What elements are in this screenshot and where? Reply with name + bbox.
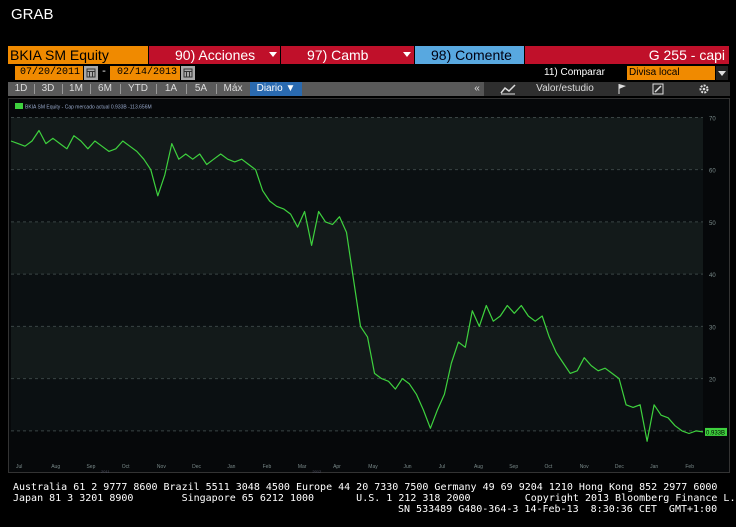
x-tick-label: Mar [298, 464, 307, 470]
divider [216, 84, 217, 94]
x-tick-label: Feb [263, 464, 272, 470]
footer-timestamp: SN 533489 G480-364-3 14-Feb-13 8:30:36 C… [398, 504, 718, 515]
actions-menu-button[interactable]: 90) Acciones [149, 46, 280, 64]
x-tick-label: Jan [227, 464, 235, 470]
x-tick-label: Aug [474, 464, 483, 470]
x-tick-label: Oct [122, 464, 130, 470]
calendar-icon[interactable] [84, 66, 98, 80]
range-5a[interactable]: 5A [188, 82, 214, 96]
calendar-icon[interactable] [181, 66, 195, 80]
x-year-label: 2012 [312, 469, 322, 474]
range-3d[interactable]: 3D [36, 82, 60, 96]
divider [120, 84, 121, 94]
chart-line-icon[interactable] [498, 82, 518, 96]
x-tick-label: Feb [685, 464, 694, 470]
range-max[interactable]: Máx [218, 82, 248, 96]
x-tick-label: Dec [615, 464, 624, 470]
chart-svg: 70605040302010JulAugSepOctNovDecJanFebMa… [10, 103, 727, 474]
x-tick-label: Jul [16, 464, 22, 470]
x-tick-label: Apr [333, 464, 341, 470]
ticker-field[interactable]: BKIA SM Equity [8, 46, 148, 64]
price-chart[interactable]: 70605040302010JulAugSepOctNovDecJanFebMa… [8, 98, 730, 474]
x-tick-label: Nov [580, 464, 589, 470]
x-tick-label: Oct [544, 464, 552, 470]
value-study-button[interactable]: Valor/estudio [522, 82, 608, 96]
x-tick-label: Dec [192, 464, 201, 470]
footer-contacts-line2: Japan 81 3 3201 8900 Singapore 65 6212 1… [13, 493, 736, 504]
last-value-label: 0.933B [706, 430, 725, 436]
compare-button[interactable]: 11) Comparar [544, 66, 624, 80]
x-tick-label: Jan [650, 464, 658, 470]
divider [62, 84, 63, 94]
grid-band [11, 169, 703, 222]
x-year-label: 2011 [101, 469, 110, 474]
range-6m[interactable]: 6M [92, 82, 118, 96]
edit-icon[interactable] [650, 82, 666, 96]
y-tick-label: 30 [709, 325, 716, 331]
date-range-separator: - [100, 67, 107, 78]
y-tick-label: 20 [709, 378, 716, 384]
actions-menu-label: 90) Acciones [175, 47, 256, 63]
y-tick-label: 70 [709, 116, 716, 122]
divider [186, 84, 187, 94]
end-date-input[interactable]: 02/14/2013 [110, 66, 180, 80]
x-tick-label: Jun [404, 464, 412, 470]
grid-band [11, 378, 703, 431]
chart-code-label: G 255 - capi [525, 46, 729, 64]
chevron-down-icon [269, 52, 277, 57]
chart-tools-toolbar: « Valor/estudio [470, 82, 730, 96]
range-ytd[interactable]: YTD [122, 82, 154, 96]
x-tick-label: Nov [157, 464, 166, 470]
grid-band [11, 221, 703, 275]
start-date-input[interactable]: 07/20/2011 [15, 66, 83, 80]
collapse-button[interactable]: « [470, 82, 484, 96]
footer-contacts-line1: Australia 61 2 9777 8600 Brazil 5511 304… [13, 482, 718, 493]
x-tick-label: Sep [86, 464, 95, 470]
gear-icon[interactable] [696, 82, 712, 96]
flag-icon[interactable] [614, 82, 630, 96]
divider [156, 84, 157, 94]
x-tick-label: Sep [509, 464, 518, 470]
chevron-down-icon [718, 71, 726, 76]
x-tick-label: Jul [439, 464, 445, 470]
window-title: GRAB [11, 6, 54, 23]
divider [34, 84, 35, 94]
comment-label: 98) Comente [431, 47, 512, 63]
grid-band [11, 117, 703, 170]
currency-dropdown[interactable] [716, 66, 728, 80]
divider [90, 84, 91, 94]
x-tick-label: Aug [51, 464, 60, 470]
y-tick-label: 60 [709, 169, 716, 175]
comment-button[interactable]: 98) Comente [415, 46, 524, 64]
period-select[interactable]: Diario ▼ [250, 82, 302, 96]
y-tick-label: 40 [709, 273, 716, 279]
legend-label: BKIA SM Equity - Cap mercado actual 0.93… [25, 105, 152, 111]
chevron-down-icon [403, 52, 411, 57]
range-1a[interactable]: 1A [158, 82, 184, 96]
legend-swatch [15, 103, 23, 109]
range-1m[interactable]: 1M [64, 82, 88, 96]
currency-select[interactable]: Divisa local [627, 66, 715, 80]
changes-menu-button[interactable]: 97) Camb [281, 46, 414, 64]
range-1d[interactable]: 1D [10, 82, 32, 96]
x-tick-label: May [368, 464, 378, 470]
y-tick-label: 50 [709, 221, 716, 227]
changes-menu-label: 97) Camb [307, 47, 369, 63]
